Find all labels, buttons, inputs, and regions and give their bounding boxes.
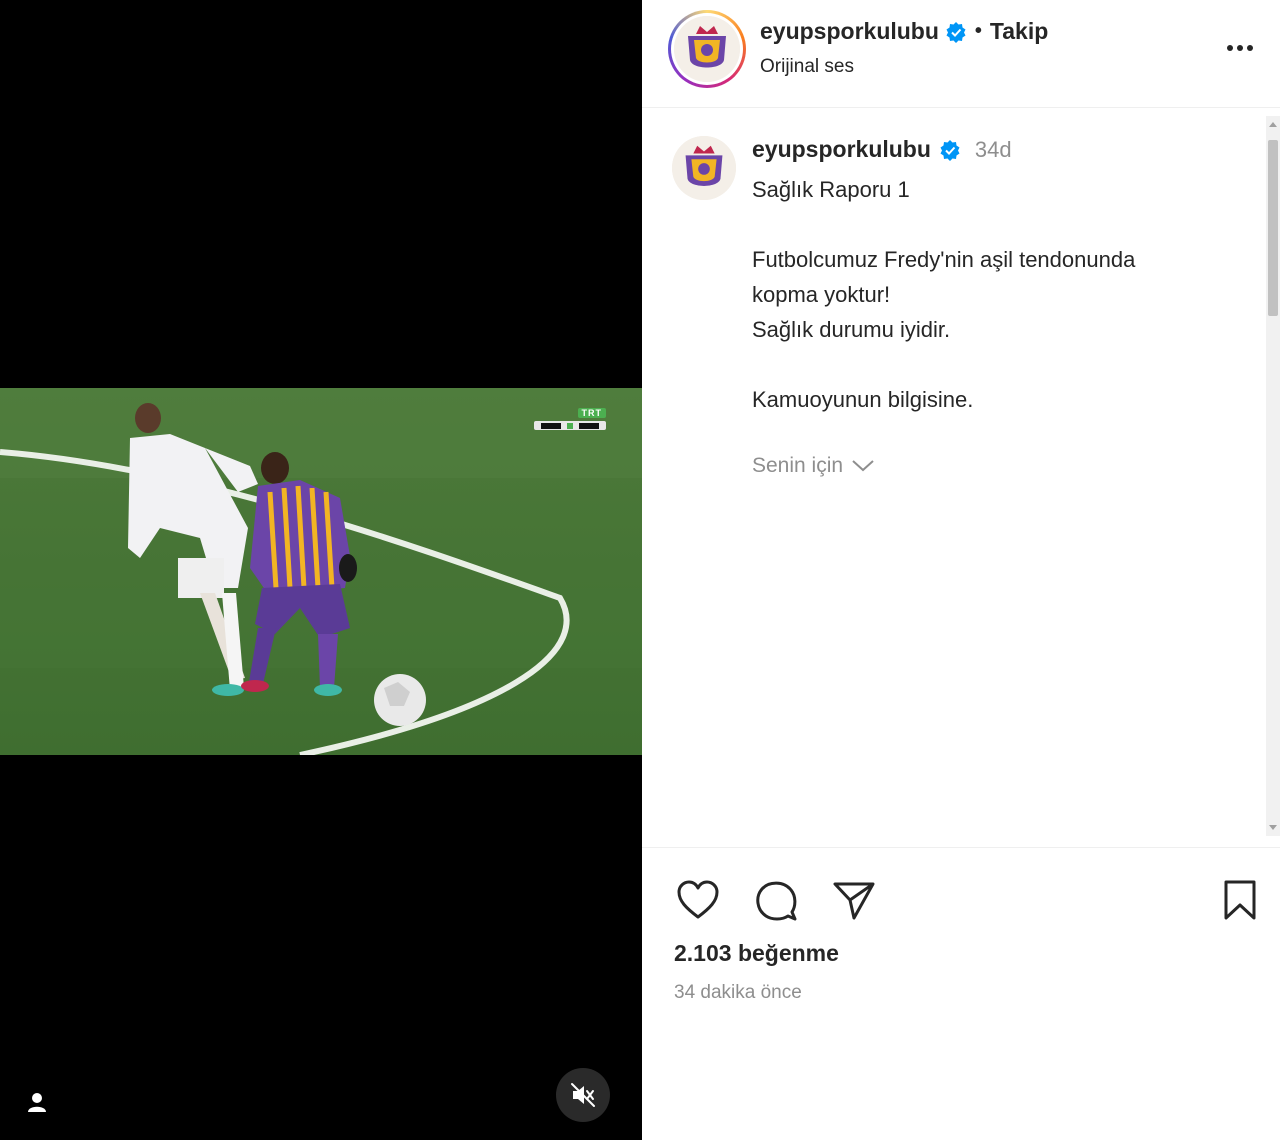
chevron-down-icon: [852, 460, 874, 472]
video-frame[interactable]: TRT: [0, 388, 642, 755]
post-header: eyupsporkulubu • Takip Orijinal ses: [642, 0, 1280, 108]
caption-user-line: eyupsporkulubu 34d: [752, 136, 1012, 163]
post-details-panel: eyupsporkulubu • Takip Orijinal ses eyup…: [642, 0, 1280, 1140]
share-icon: [833, 882, 875, 920]
mute-button[interactable]: [556, 1068, 610, 1122]
scroll-up-arrow[interactable]: [1269, 122, 1277, 127]
like-count[interactable]: 2.103 beğenme: [674, 940, 839, 967]
broadcaster-logo: TRT: [577, 408, 606, 418]
club-logo-avatar: [674, 16, 740, 82]
mute-icon: [571, 1083, 595, 1107]
verified-badge-icon: [940, 139, 960, 161]
audio-link[interactable]: Orijinal ses: [760, 56, 854, 78]
caption-text: Sağlık Raporu 1 Futbolcumuz Fredy'nin aş…: [752, 177, 1136, 412]
save-button[interactable]: [1216, 876, 1264, 924]
scoreboard: [533, 421, 606, 430]
more-options-icon[interactable]: [1220, 36, 1260, 60]
translation-toggle[interactable]: Senin için: [752, 454, 875, 478]
video-panel[interactable]: TRT: [0, 0, 642, 1140]
scroll-down-arrow[interactable]: [1269, 825, 1277, 830]
caption-avatar[interactable]: [672, 136, 736, 200]
football-match-video: [0, 388, 642, 755]
scroll-thumb[interactable]: [1268, 140, 1278, 316]
bookmark-icon: [1224, 880, 1256, 920]
user-tag-icon[interactable]: [24, 1090, 50, 1116]
follow-button[interactable]: Takip: [990, 18, 1048, 45]
instagram-post-view: TRT eyupsporkulubu • Takip Orijinal ses …: [0, 0, 1280, 1140]
verified-badge-icon: [946, 21, 966, 43]
caption-username[interactable]: eyupsporkulubu: [752, 136, 931, 163]
translation-label: Senin için: [752, 454, 844, 477]
header-username[interactable]: eyupsporkulubu: [760, 18, 939, 45]
tv-overlay: TRT: [533, 408, 606, 430]
header-user-line: eyupsporkulubu • Takip: [760, 18, 1048, 45]
caption-timestamp[interactable]: 34d: [975, 137, 1012, 163]
profile-avatar-story-ring[interactable]: [668, 10, 746, 88]
share-button[interactable]: [830, 876, 878, 924]
caption-scrollbar[interactable]: [1266, 116, 1280, 836]
like-button[interactable]: [674, 876, 722, 924]
caption-area: eyupsporkulubu 34d Sağlık Raporu 1 Futbo…: [642, 110, 1280, 848]
action-bar: [642, 860, 1280, 940]
comment-button[interactable]: [752, 876, 800, 924]
post-time[interactable]: 34 dakika önce: [674, 982, 802, 1004]
separator-dot: •: [974, 20, 982, 42]
comment-icon: [756, 881, 797, 921]
heart-icon: [677, 880, 719, 919]
